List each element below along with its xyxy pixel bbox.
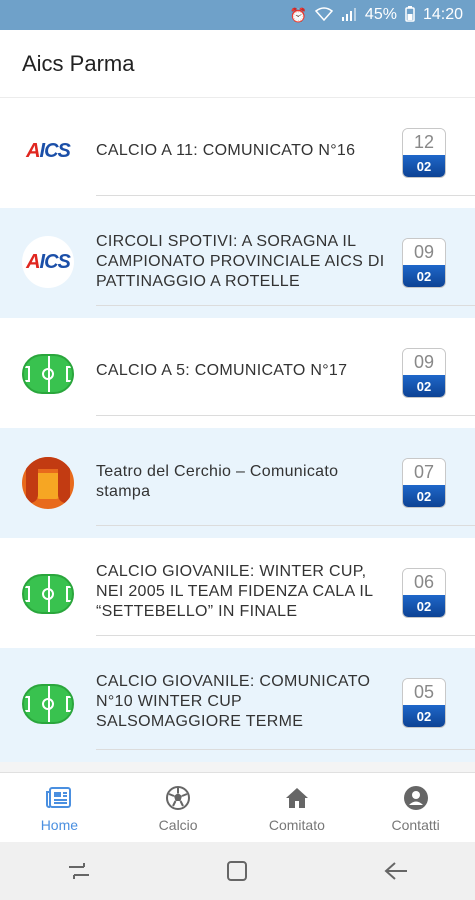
date-month: 02 (403, 595, 445, 617)
nav-label: Home (40, 816, 79, 833)
soccer-ball-icon (165, 783, 191, 813)
date-month: 02 (403, 485, 445, 507)
wifi-icon (314, 6, 334, 24)
nav-label: Contatti (391, 816, 440, 833)
date-badge: 07 02 (402, 458, 446, 508)
divider (96, 195, 475, 196)
recent-apps-button[interactable] (59, 851, 99, 891)
home-button[interactable] (217, 851, 257, 891)
system-nav-bar (0, 842, 475, 900)
nav-calcio[interactable]: Calcio (119, 773, 238, 842)
date-badge: 12 02 (402, 128, 446, 178)
news-title: CIRCOLI SPOTIVI: A SORAGNA IL CAMPIONATO… (96, 233, 385, 290)
theatre-icon (22, 457, 74, 509)
news-title: CALCIO A 11: COMUNICATO N°16 (96, 142, 356, 159)
date-day: 09 (403, 239, 445, 265)
bottom-nav: Home Calcio Comitato Contatti (0, 772, 475, 842)
date-day: 09 (403, 349, 445, 375)
divider (96, 635, 475, 636)
list-item[interactable]: AICS CALCIO A 11: COMUNICATO N°16 12 02 (0, 98, 475, 208)
list-item[interactable]: Teatro del Cerchio – Comunicato stampa 0… (0, 428, 475, 538)
list-item[interactable]: CALCIO GIOVANILE: COMUNICATO N°10 WINTER… (0, 648, 475, 762)
news-list[interactable]: AICS CALCIO A 11: COMUNICATO N°16 12 02 … (0, 98, 475, 772)
date-month: 02 (403, 155, 445, 177)
status-bar: ⏰ 45% 14:20 (0, 0, 475, 30)
battery-icon (405, 5, 415, 25)
date-badge: 05 02 (402, 678, 446, 728)
newspaper-icon (45, 783, 73, 813)
date-badge: 09 02 (402, 348, 446, 398)
divider (96, 525, 475, 526)
football-field-icon (22, 568, 74, 620)
aics-logo-icon: AICS (22, 125, 74, 177)
list-item[interactable]: AICS CIRCOLI SPOTIVI: A SORAGNA IL CAMPI… (0, 208, 475, 318)
nav-home[interactable]: Home (0, 773, 119, 842)
list-item[interactable]: CALCIO A 5: COMUNICATO N°17 09 02 (0, 318, 475, 428)
nav-label: Calcio (158, 816, 198, 833)
aics-logo-icon: AICS (22, 236, 74, 288)
football-field-icon (22, 348, 74, 400)
date-badge: 09 02 (402, 238, 446, 288)
news-title: Teatro del Cerchio – Comunicato stampa (96, 463, 339, 500)
news-title: CALCIO A 5: COMUNICATO N°17 (96, 362, 348, 379)
nav-label: Comitato (268, 816, 325, 833)
date-month: 02 (403, 705, 445, 727)
divider (96, 749, 475, 750)
date-day: 07 (403, 459, 445, 485)
date-day: 06 (403, 569, 445, 595)
back-button[interactable] (376, 851, 416, 891)
date-month: 02 (403, 375, 445, 397)
nav-contatti[interactable]: Contatti (356, 773, 475, 842)
date-day: 05 (403, 679, 445, 705)
date-badge: 06 02 (402, 568, 446, 618)
date-month: 02 (403, 265, 445, 287)
account-circle-icon (403, 783, 429, 813)
football-field-icon (22, 678, 74, 730)
battery-percent: 45% (364, 6, 397, 23)
list-item[interactable]: CALCIO GIOVANILE: WINTER CUP, NEI 2005 I… (0, 538, 475, 648)
date-day: 12 (403, 129, 445, 155)
divider (96, 305, 475, 306)
page-title: Aics Parma (22, 50, 135, 76)
news-title: CALCIO GIOVANILE: WINTER CUP, NEI 2005 I… (96, 563, 373, 620)
alarm-icon: ⏰ (289, 6, 307, 23)
signal-icon (341, 7, 357, 24)
app-bar: Aics Parma (0, 30, 475, 98)
divider (96, 415, 475, 416)
news-title: CALCIO GIOVANILE: COMUNICATO N°10 WINTER… (96, 673, 371, 730)
home-icon (284, 783, 310, 813)
nav-comitato[interactable]: Comitato (238, 773, 357, 842)
clock: 14:20 (422, 6, 463, 23)
